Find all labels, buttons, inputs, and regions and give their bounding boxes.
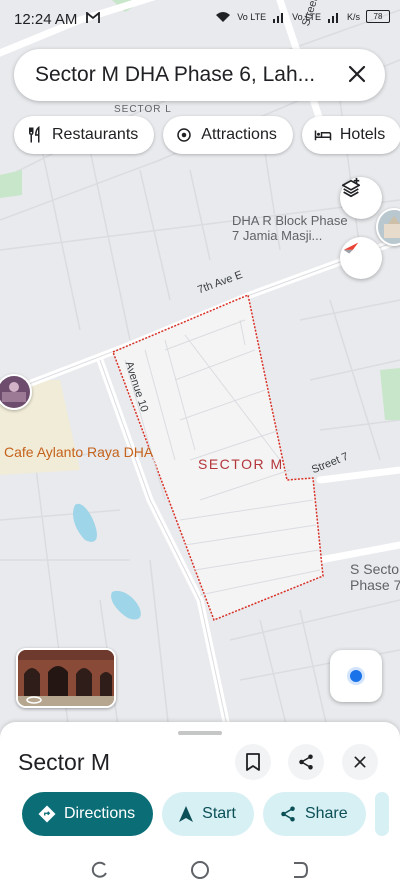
recents-icon[interactable] (90, 860, 110, 880)
compass-button[interactable] (340, 237, 382, 279)
map-canvas[interactable]: SECTOR L Street 1 DHA R Block Phase 7 Ja… (0, 0, 400, 740)
chip-attractions-label: Attractions (201, 126, 277, 143)
poi-photo-thumbnail-left[interactable] (0, 374, 32, 410)
my-location-button[interactable] (330, 650, 382, 702)
close-sheet-button[interactable] (342, 744, 378, 780)
share-button[interactable]: Share (262, 792, 366, 836)
sector-right-line-1: S Secto (350, 561, 400, 577)
bookmark-icon (246, 753, 260, 771)
map-label-sector-right: S Secto Phase 7 (350, 561, 400, 593)
street-view-thumbnail[interactable] (16, 648, 116, 708)
status-time: 12:24 AM (14, 11, 78, 28)
share-label: Share (304, 805, 348, 822)
drag-handle[interactable] (178, 731, 222, 735)
share-icon (281, 806, 295, 822)
location-dot-icon (347, 667, 365, 685)
wifi-icon (216, 11, 231, 22)
home-icon[interactable] (190, 860, 210, 880)
start-button[interactable]: Start (162, 792, 254, 836)
search-bar[interactable]: Sector M DHA Phase 6, Lah... (14, 49, 385, 101)
navigation-arrow-icon (179, 806, 194, 822)
network-label-1: Vo LTE (237, 11, 267, 22)
place-bottom-sheet[interactable]: Sector M Directions Start Share (0, 722, 400, 850)
back-icon[interactable] (290, 860, 310, 880)
gmail-notification-icon (86, 11, 100, 28)
network-label-2: Vo LTE (292, 11, 321, 22)
map-graphics (0, 0, 400, 740)
directions-label: Directions (64, 805, 136, 822)
start-label: Start (202, 805, 236, 822)
map-label-sector-l: SECTOR L (114, 104, 172, 115)
map-label-cafe[interactable]: Cafe Aylanto Raya DHA (4, 444, 153, 460)
chip-restaurants[interactable]: Restaurants (14, 116, 155, 154)
battery-icon: 78 (366, 10, 390, 23)
layers-icon (341, 177, 361, 198)
compass-icon (343, 242, 359, 254)
fork-knife-icon (29, 126, 40, 143)
poi-line-1: DHA R Block Phase (232, 213, 348, 228)
map-label-sector-m: SECTOR M (198, 456, 284, 472)
speed-label: K/s (346, 11, 360, 22)
status-bar: 12:24 AM Vo LTE Vo LTE K/s 78 (0, 0, 400, 38)
action-buttons: Directions Start Share (22, 792, 389, 836)
directions-icon (38, 805, 56, 823)
directions-button[interactable]: Directions (22, 792, 154, 836)
map-label-poi-dha-r-block[interactable]: DHA R Block Phase 7 Jamia Masji... (232, 213, 348, 243)
layers-button[interactable] (340, 177, 382, 219)
place-title: Sector M (18, 749, 111, 775)
system-navigation-bar (0, 850, 400, 895)
poi-photo-thumbnail-right[interactable] (376, 208, 400, 246)
chip-restaurants-label: Restaurants (52, 126, 139, 143)
bed-icon (314, 130, 332, 141)
system-icons: Vo LTE Vo LTE K/s 78 (215, 10, 390, 23)
category-chips: Restaurants Attractions Hotels (14, 116, 400, 154)
share-icon-button[interactable] (288, 744, 324, 780)
close-icon[interactable] (345, 62, 369, 86)
camera-icon (177, 128, 192, 142)
close-icon (354, 756, 366, 768)
chip-hotels[interactable]: Hotels (301, 116, 400, 154)
signal-icon-1 (273, 12, 284, 23)
chip-hotels-label: Hotels (339, 126, 386, 143)
chip-attractions[interactable]: Attractions (163, 116, 293, 154)
poi-line-2: 7 Jamia Masji... (232, 228, 323, 243)
signal-icon-2 (327, 12, 338, 23)
sector-right-line-2: Phase 7 (350, 577, 400, 593)
save-button[interactable] (235, 744, 271, 780)
more-actions-button[interactable] (374, 792, 389, 836)
search-query[interactable]: Sector M DHA Phase 6, Lah... (35, 63, 335, 87)
share-icon (299, 754, 313, 770)
